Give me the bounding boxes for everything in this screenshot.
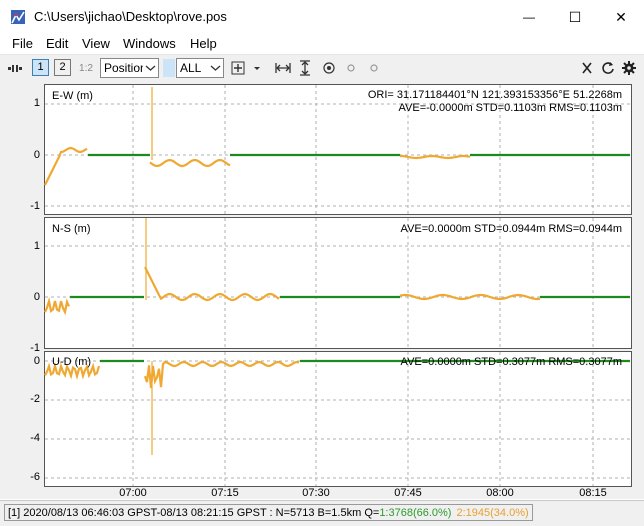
origin-text: ORI= 31.171184401°N 121.393153356°E 51.2… [367,89,622,101]
xtick-label: 07:00 [119,487,147,499]
stats-text-ud: AVE=0.0000m STD=0.3077m RMS=0.3077m [400,356,622,368]
panel-label-ud: U-D (m) [52,356,92,368]
status-text: [1] 2020/08/13 06:46:03 GPST-08/13 08:21… [8,506,380,519]
xtick-label: 07:45 [394,487,422,499]
position-plot-canvas [43,85,631,486]
xtick-label: 07:30 [302,487,330,499]
ytick-label: -1 [30,200,40,212]
position-trace [400,154,471,160]
panel-stats-ud: AVE=0.0000m STD=0.3077m RMS=0.3077m [401,356,622,369]
ytick-label: -1 [30,342,40,354]
ytick-label: 0 [33,355,40,367]
position-trace [143,360,300,389]
panel-label-ew: E-W (m) [52,90,93,102]
status-bar: [1] 2020/08/13 06:46:03 GPST-08/13 08:21… [0,500,644,526]
position-trace [144,266,280,302]
stats-text-ns: AVE=0.0000m STD=0.0944m RMS=0.0944m [400,223,622,235]
xtick-label: 07:15 [211,487,239,499]
ytick-label: -2 [30,393,40,405]
status-field: [1] 2020/08/13 06:46:03 GPST-08/13 08:21… [4,504,533,521]
position-trace [43,296,71,316]
panel-label-ns: N-S (m) [52,223,91,235]
panel-stats-ew: ORI= 31.171184401°N 121.393153356°E 51.2… [368,89,622,115]
ytick-label: 1 [33,240,40,252]
ytick-label: -6 [30,471,40,483]
position-trace [149,158,231,168]
position-trace [44,146,88,186]
ytick-label: 0 [33,291,40,303]
xtick-label: 08:00 [486,487,514,499]
ytick-label: 0 [33,149,40,161]
stats-text-ew: AVE=-0.0000m STD=0.1103m RMS=0.1103m [398,102,622,114]
ytick-label: -4 [30,432,40,444]
xtick-label: 08:15 [579,487,607,499]
ytick-label: 1 [33,97,40,109]
fix-count-text: 1:3768(66.0%) [379,506,452,519]
float-count-text: 2:1945(34.0%) [456,506,529,519]
panel-stats-ns: AVE=0.0000m STD=0.0944m RMS=0.0944m [401,223,622,236]
